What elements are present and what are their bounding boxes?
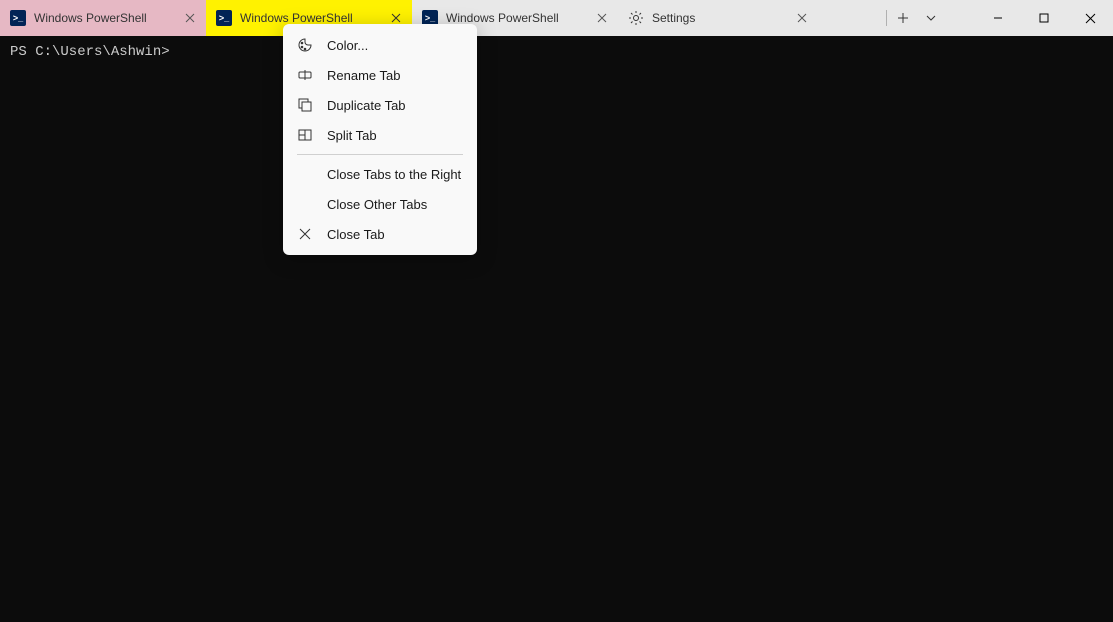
- dropdown-button[interactable]: [917, 2, 945, 34]
- menu-item-color[interactable]: Color...: [283, 30, 477, 60]
- tab-label: Windows PowerShell: [34, 11, 174, 25]
- menu-label: Close Other Tabs: [327, 197, 427, 212]
- menu-divider: [297, 154, 463, 155]
- powershell-icon: >_: [216, 10, 232, 26]
- new-tab-button[interactable]: [889, 2, 917, 34]
- close-window-button[interactable]: [1067, 2, 1113, 34]
- titlebar-controls: [884, 0, 1113, 36]
- menu-item-duplicate[interactable]: Duplicate Tab: [283, 90, 477, 120]
- tab-settings[interactable]: Settings: [618, 0, 818, 36]
- menu-label: Duplicate Tab: [327, 98, 406, 113]
- menu-item-close-others[interactable]: Close Other Tabs: [283, 189, 477, 219]
- powershell-icon: >_: [10, 10, 26, 26]
- menu-item-split[interactable]: Split Tab: [283, 120, 477, 150]
- minimize-button[interactable]: [975, 2, 1021, 34]
- tab-label: Windows PowerShell: [446, 11, 586, 25]
- empty-icon: [297, 196, 313, 212]
- close-icon[interactable]: [182, 10, 198, 26]
- prompt-text: PS C:\Users\Ashwin>: [10, 44, 170, 60]
- gear-icon: [628, 10, 644, 26]
- divider: [886, 10, 887, 26]
- titlebar: >_ Windows PowerShell >_ Windows PowerSh…: [0, 0, 1113, 36]
- rename-icon: [297, 67, 313, 83]
- menu-item-close-tab[interactable]: Close Tab: [283, 219, 477, 249]
- palette-icon: [297, 37, 313, 53]
- split-icon: [297, 127, 313, 143]
- window-controls: [975, 2, 1113, 34]
- menu-label: Rename Tab: [327, 68, 400, 83]
- menu-label: Close Tab: [327, 227, 385, 242]
- close-icon[interactable]: [594, 10, 610, 26]
- close-icon: [297, 226, 313, 242]
- menu-label: Color...: [327, 38, 368, 53]
- tab-label: Windows PowerShell: [240, 11, 380, 25]
- tab-context-menu: Color... Rename Tab Duplicate Tab Split …: [283, 24, 477, 255]
- maximize-button[interactable]: [1021, 2, 1067, 34]
- menu-item-close-right[interactable]: Close Tabs to the Right: [283, 159, 477, 189]
- menu-label: Close Tabs to the Right: [327, 167, 461, 182]
- duplicate-icon: [297, 97, 313, 113]
- menu-item-rename[interactable]: Rename Tab: [283, 60, 477, 90]
- empty-icon: [297, 166, 313, 182]
- tab-powershell-1[interactable]: >_ Windows PowerShell: [0, 0, 206, 36]
- close-icon[interactable]: [794, 10, 810, 26]
- tab-label: Settings: [652, 11, 786, 25]
- terminal-area[interactable]: PS C:\Users\Ashwin>: [0, 36, 1113, 622]
- menu-label: Split Tab: [327, 128, 377, 143]
